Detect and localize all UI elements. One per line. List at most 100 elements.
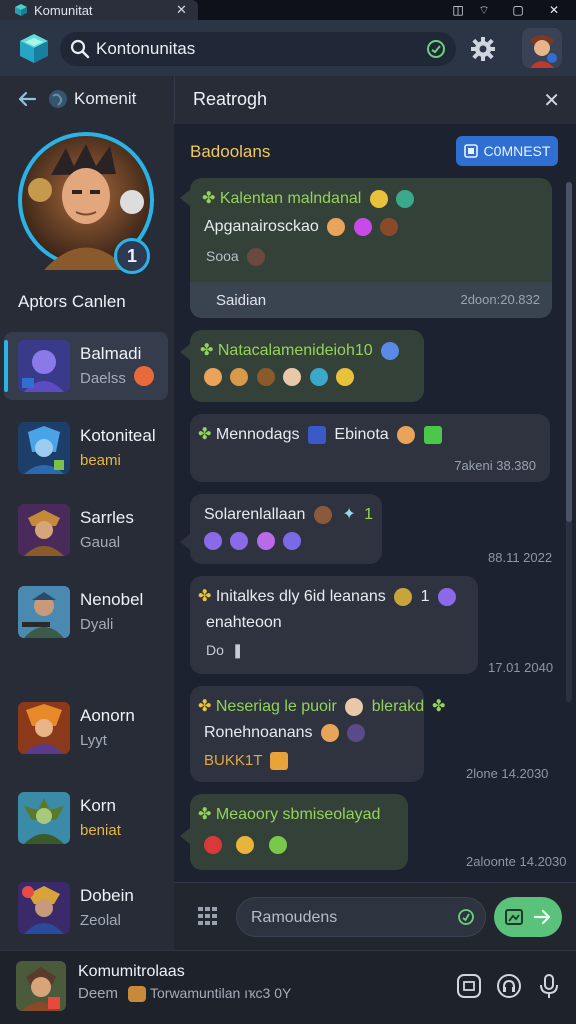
emoji-icon [345, 697, 364, 716]
sidebar-header[interactable]: Komenit [0, 76, 174, 122]
channel-item-korn[interactable]: Korn beniat [4, 784, 168, 852]
search-input[interactable]: Kontonunitas [96, 39, 195, 59]
user-avatar[interactable] [522, 28, 562, 68]
message-bubble[interactable]: ✤ Kalentan malndanal Apganairosckao Sooa… [190, 178, 552, 318]
message-bubble[interactable]: ✤ Neseriag le puoir blerakd Ronehnoanans… [190, 686, 424, 782]
current-user-avatar[interactable] [16, 961, 66, 1011]
channel-thumbnail [18, 702, 70, 754]
message-time: 88.11 2022 [488, 550, 553, 565]
leaf-icon: ✤ [198, 698, 212, 715]
window-icon[interactable]: ◫ [446, 0, 470, 20]
channel-thumbnail [18, 882, 70, 934]
emoji-icon [347, 724, 366, 742]
emoji-icon [397, 425, 416, 444]
send-button[interactable] [494, 897, 562, 937]
emoji-icon [394, 587, 413, 606]
channel-name: Balmadi [80, 344, 142, 363]
channel-sidebar: Komenit 1 Aptors Canlen Balmadi Daelss K… [0, 76, 174, 950]
current-user-status: Deem [78, 985, 147, 1003]
channel-name: Dobein [80, 886, 134, 905]
message-text: Ronehnoanans [204, 724, 313, 742]
apps-grid-icon[interactable] [196, 903, 220, 927]
message-input[interactable]: Ramoudens [236, 897, 486, 937]
channel-item-sarrles[interactable]: Sarrles Gaual [4, 496, 168, 564]
message-time: 2lone 14.2030 [466, 766, 549, 781]
emoji-picker-icon[interactable] [457, 908, 475, 926]
channel-sub: beami [80, 452, 121, 469]
headset-icon[interactable] [496, 973, 522, 999]
room-title: Badoolans [190, 142, 271, 161]
status-check-icon[interactable] [426, 39, 446, 59]
channel-item-balmadi[interactable]: Balmadi Daelss [4, 332, 168, 400]
back-arrow-icon[interactable] [16, 88, 38, 110]
message-text: Ebinota [334, 426, 389, 443]
message-footer: Saidian 2doon:20.832 [190, 282, 552, 318]
connect-icon [463, 144, 478, 158]
message-bubble[interactable]: ✤ Meaoory sbmiseolayad [190, 794, 408, 870]
message-bubble[interactable]: ✤ Natacalamenideioh10 [190, 330, 424, 402]
emoji-icon [309, 368, 328, 386]
channel-sub: Lyyt [80, 732, 107, 749]
channel-item-kotoniteal[interactable]: Kotoniteal beami [4, 414, 168, 482]
message-bubble[interactable]: ✤ Mennodags Ebinota 7akeni 38.380 [190, 414, 550, 482]
app-logo-icon[interactable] [16, 30, 52, 66]
footer-label: Saidian [216, 292, 267, 309]
screen-share-icon[interactable] [456, 973, 482, 999]
scrollbar-thumb[interactable] [566, 182, 572, 522]
gear-icon[interactable] [470, 36, 496, 62]
app-logo-icon [15, 4, 27, 16]
channel-name: Aonorn [80, 706, 135, 725]
title-bar: Komunitat ✕ ◫ ⌔ ▢ ✕ [0, 0, 576, 20]
emoji-icon [381, 341, 400, 360]
message-text: Solarenlallaan [204, 506, 306, 523]
status-emoji-icon [128, 986, 147, 1003]
emoji-icon [236, 836, 255, 854]
channel-name: Korn [80, 796, 116, 815]
emoji-icon [204, 532, 222, 550]
emoji-icon [230, 368, 249, 386]
channel-sub: Daelss [80, 370, 126, 387]
emoji-icon [369, 189, 388, 208]
connect-label: C0MNEST [483, 143, 551, 159]
maximize-icon[interactable]: ▢ [506, 0, 530, 20]
close-icon[interactable]: ✕ [543, 88, 560, 113]
search-bar[interactable]: Kontonunitas [60, 32, 456, 66]
emoji-icon [353, 218, 372, 236]
message-time: 2aloonte 14.2030 [466, 854, 567, 869]
profile-level-badge: 1 [114, 238, 150, 274]
profile-name: Aptors Canlen [18, 292, 126, 311]
channel-thumbnail [18, 586, 70, 638]
message-time: 2doon:20.832 [460, 292, 540, 307]
current-user-name: Komumitrolaas [78, 963, 185, 980]
channel-item-nenobel[interactable]: Nenobel Dyali [4, 578, 168, 646]
wifi-icon[interactable]: ⌔ [472, 0, 496, 20]
app-tab-label: Komunitat [34, 2, 93, 18]
microphone-icon[interactable] [536, 973, 562, 999]
channel-name: Nenobel [80, 590, 144, 609]
connect-button[interactable]: C0MNEST [456, 136, 558, 166]
channel-sub: Dyali [80, 616, 114, 633]
active-indicator [4, 340, 8, 392]
scrollbar[interactable] [566, 182, 572, 702]
current-user-subtext: Torwamuntilan ıҡc3 0Y [150, 985, 292, 1001]
message-bubble[interactable]: ✤ Initalkes dly 6id leanans 1 enahteoon … [190, 576, 478, 674]
globe-icon [49, 90, 67, 108]
message-text: enahteoon [206, 614, 282, 631]
channel-item-dobein[interactable]: Dobein Zeolal [4, 874, 168, 942]
message-text: Initalkes dly 6id leanans [215, 588, 386, 605]
clover-icon: ✤ [202, 190, 216, 207]
leaf-icon: ✤ [432, 698, 446, 715]
channel-sub: beniat [80, 822, 121, 839]
message-bubble[interactable]: Solarenlallaan ✦ 1 [190, 494, 382, 564]
app-tab[interactable]: Komunitat [0, 0, 198, 20]
emoji-icon [204, 368, 222, 386]
close-window-icon[interactable]: ✕ [542, 0, 566, 20]
panel-title: Reatrogh [193, 89, 268, 109]
close-tab-icon[interactable]: ✕ [176, 0, 187, 20]
channel-item-aonorn[interactable]: Aonorn Lyyt [4, 694, 168, 762]
message-text: blerakd [371, 698, 425, 715]
sidebar-title: Komenit [74, 89, 137, 108]
emoji-icon [321, 724, 339, 742]
emoji-icon [204, 836, 222, 854]
star-icon: ✦ [342, 506, 356, 523]
